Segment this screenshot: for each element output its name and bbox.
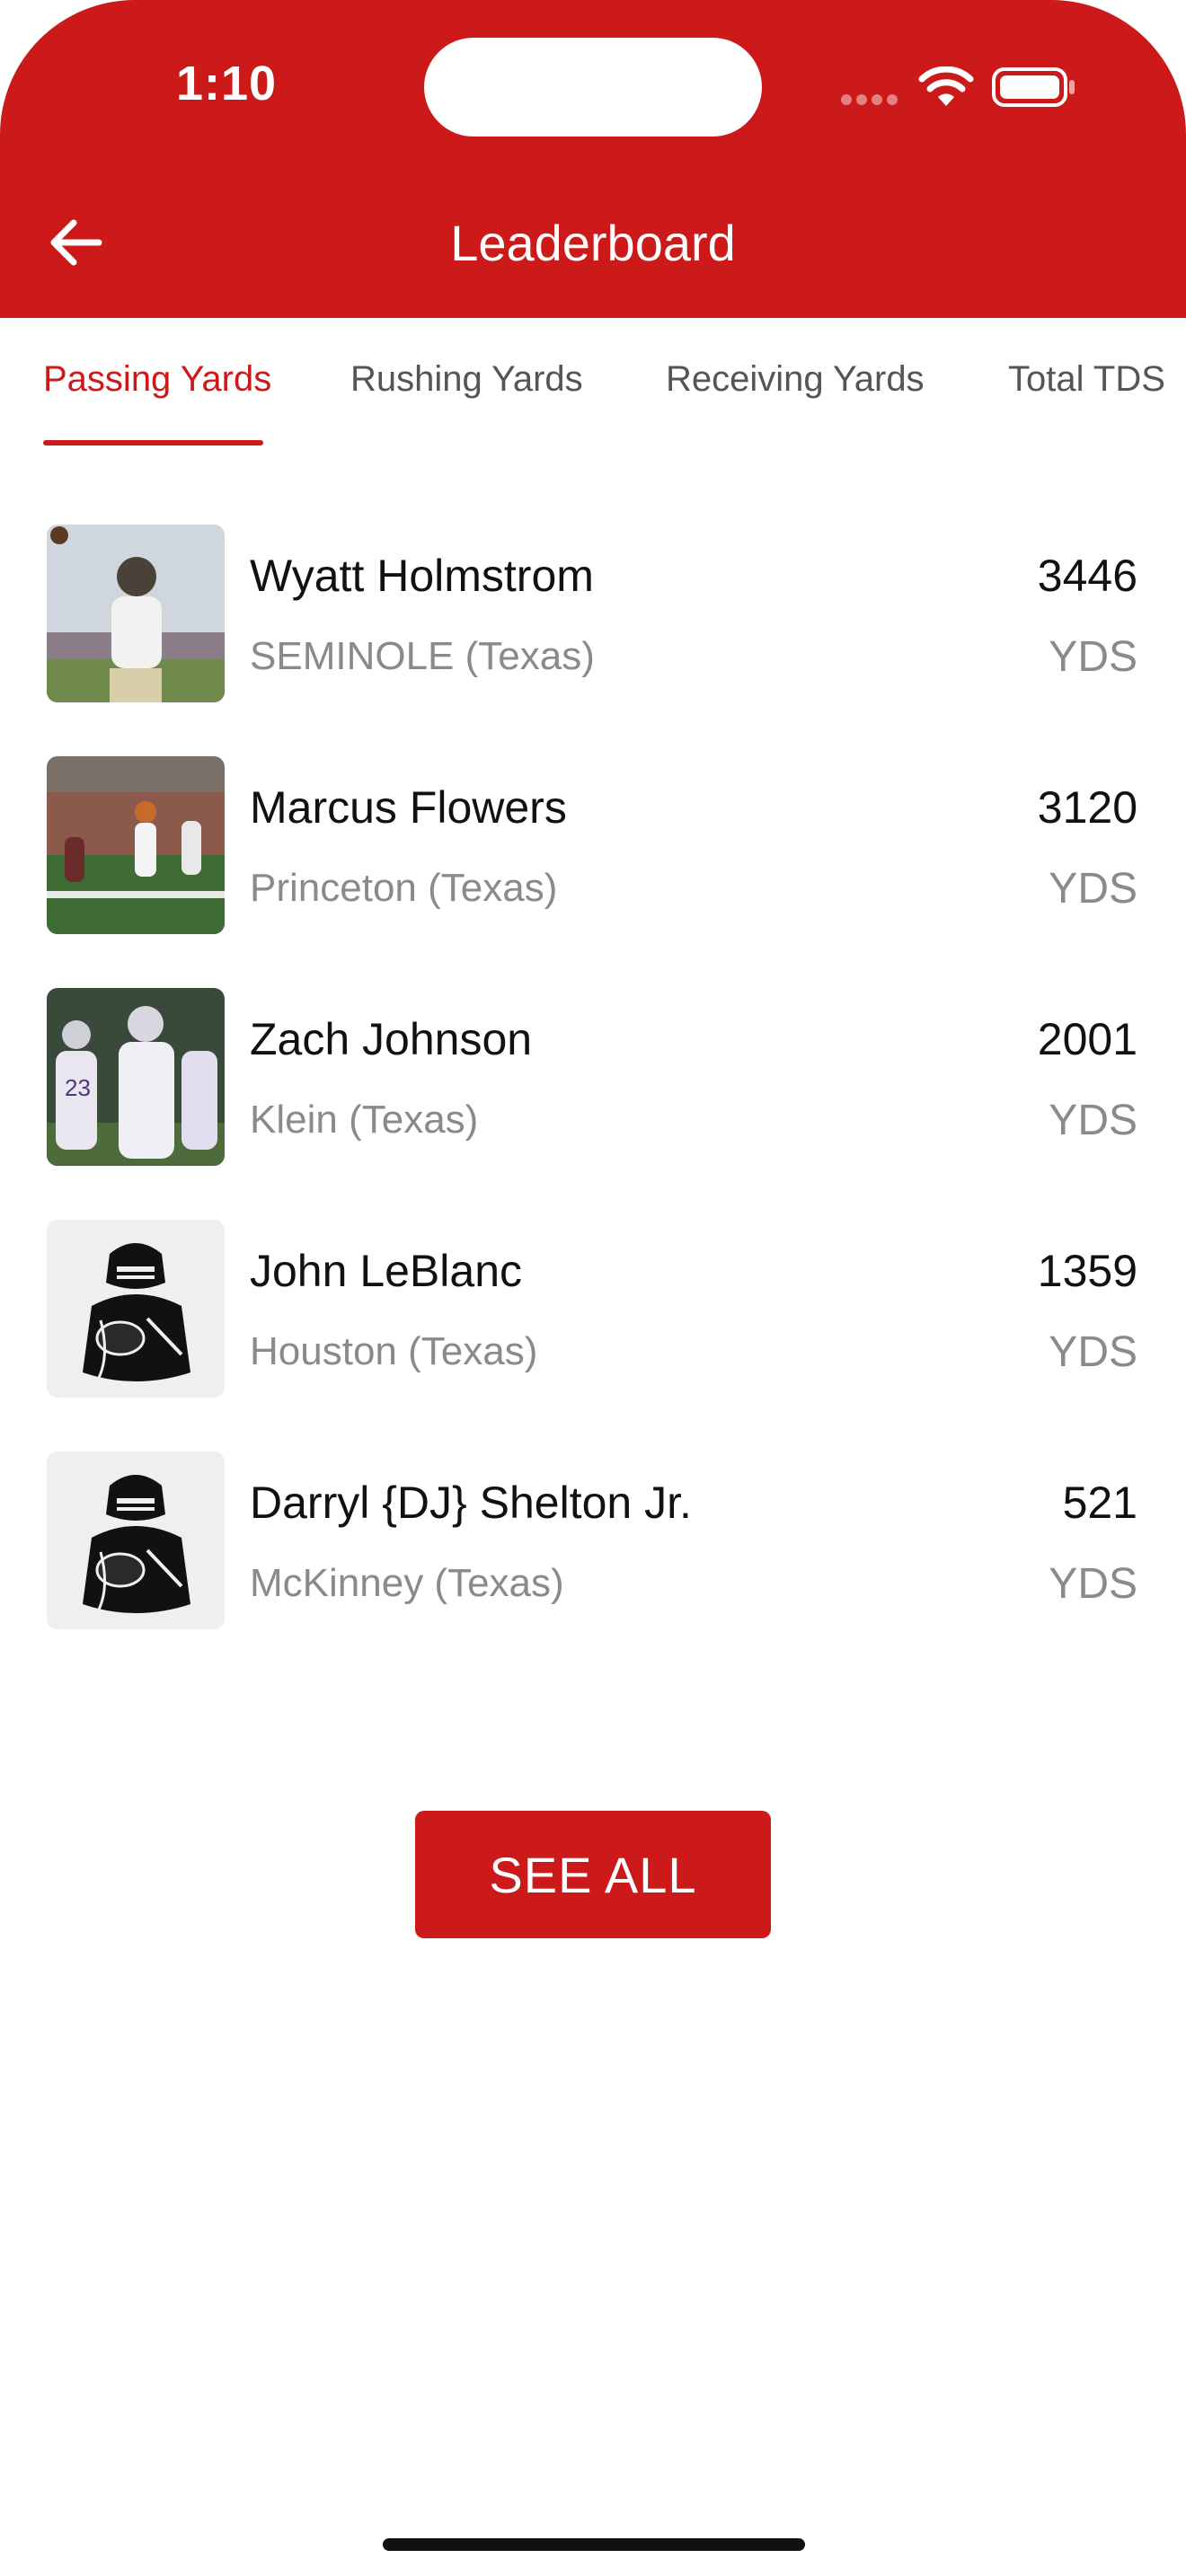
dynamic-island (424, 38, 762, 137)
tab-rushing-yards[interactable]: Rushing Yards (350, 359, 583, 400)
player-photo: 23 (47, 988, 225, 1166)
player-name: John LeBlanc (250, 1246, 523, 1296)
cellular-signal-icon (841, 93, 902, 106)
stat-tabs: Passing Yards Rushing Yards Receiving Ya… (0, 318, 1186, 448)
leaderboard-row[interactable]: Marcus Flowers Princeton (Texas) 3120 YD… (0, 756, 1186, 936)
stat-value: 1359 (1037, 1246, 1137, 1296)
player-name: Darryl {DJ} Shelton Jr. (250, 1478, 692, 1528)
player-school: McKinney (Texas) (250, 1561, 564, 1605)
svg-text:23: 23 (65, 1074, 91, 1101)
player-name: Wyatt Holmstrom (250, 551, 594, 601)
battery-icon (992, 66, 1076, 108)
stat-value: 521 (1062, 1478, 1137, 1528)
wifi-icon (918, 66, 974, 110)
tab-receiving-yards[interactable]: Receiving Yards (666, 359, 925, 400)
stat-value: 2001 (1037, 1014, 1137, 1064)
leaderboard-row[interactable]: 23 Zach Johnson Klein (Texas) 2001 YDS (0, 988, 1186, 1168)
stat-unit: YDS (1049, 1097, 1137, 1144)
player-name: Zach Johnson (250, 1014, 533, 1064)
leaderboard-row[interactable]: Darryl {DJ} Shelton Jr. McKinney (Texas)… (0, 1451, 1186, 1631)
stat-value: 3446 (1037, 551, 1137, 601)
stat-unit: YDS (1049, 633, 1137, 681)
leaderboard-row[interactable]: John LeBlanc Houston (Texas) 1359 YDS (0, 1220, 1186, 1399)
app-header: 1:10 Leaderboard (0, 0, 1186, 318)
status-time: 1:10 (176, 57, 278, 110)
stat-unit: YDS (1049, 1328, 1137, 1376)
stat-value: 3120 (1037, 782, 1137, 833)
leaderboard-row[interactable]: Wyatt Holmstrom SEMINOLE (Texas) 3446 YD… (0, 525, 1186, 704)
stat-unit: YDS (1049, 865, 1137, 913)
player-name: Marcus Flowers (250, 782, 567, 833)
player-school: Klein (Texas) (250, 1098, 479, 1142)
football-player-illustration (47, 1220, 225, 1398)
stat-unit: YDS (1049, 1560, 1137, 1608)
player-school: Princeton (Texas) (250, 866, 558, 910)
tab-passing-yards[interactable]: Passing Yards (43, 359, 271, 400)
active-tab-indicator (43, 440, 263, 446)
see-all-button[interactable]: SEE ALL (415, 1811, 771, 1938)
tab-total-tds[interactable]: Total TDS (1008, 359, 1165, 400)
player-school: SEMINOLE (Texas) (250, 634, 595, 678)
page-title: Leaderboard (450, 215, 736, 271)
home-indicator[interactable] (383, 2538, 805, 2551)
football-player-illustration (47, 1451, 225, 1629)
player-school: Houston (Texas) (250, 1329, 538, 1373)
player-photo (47, 756, 225, 934)
player-photo (47, 525, 225, 702)
leaderboard-screen: 1:10 Leaderboard Passing Yards Rushing Y… (0, 0, 1186, 2576)
